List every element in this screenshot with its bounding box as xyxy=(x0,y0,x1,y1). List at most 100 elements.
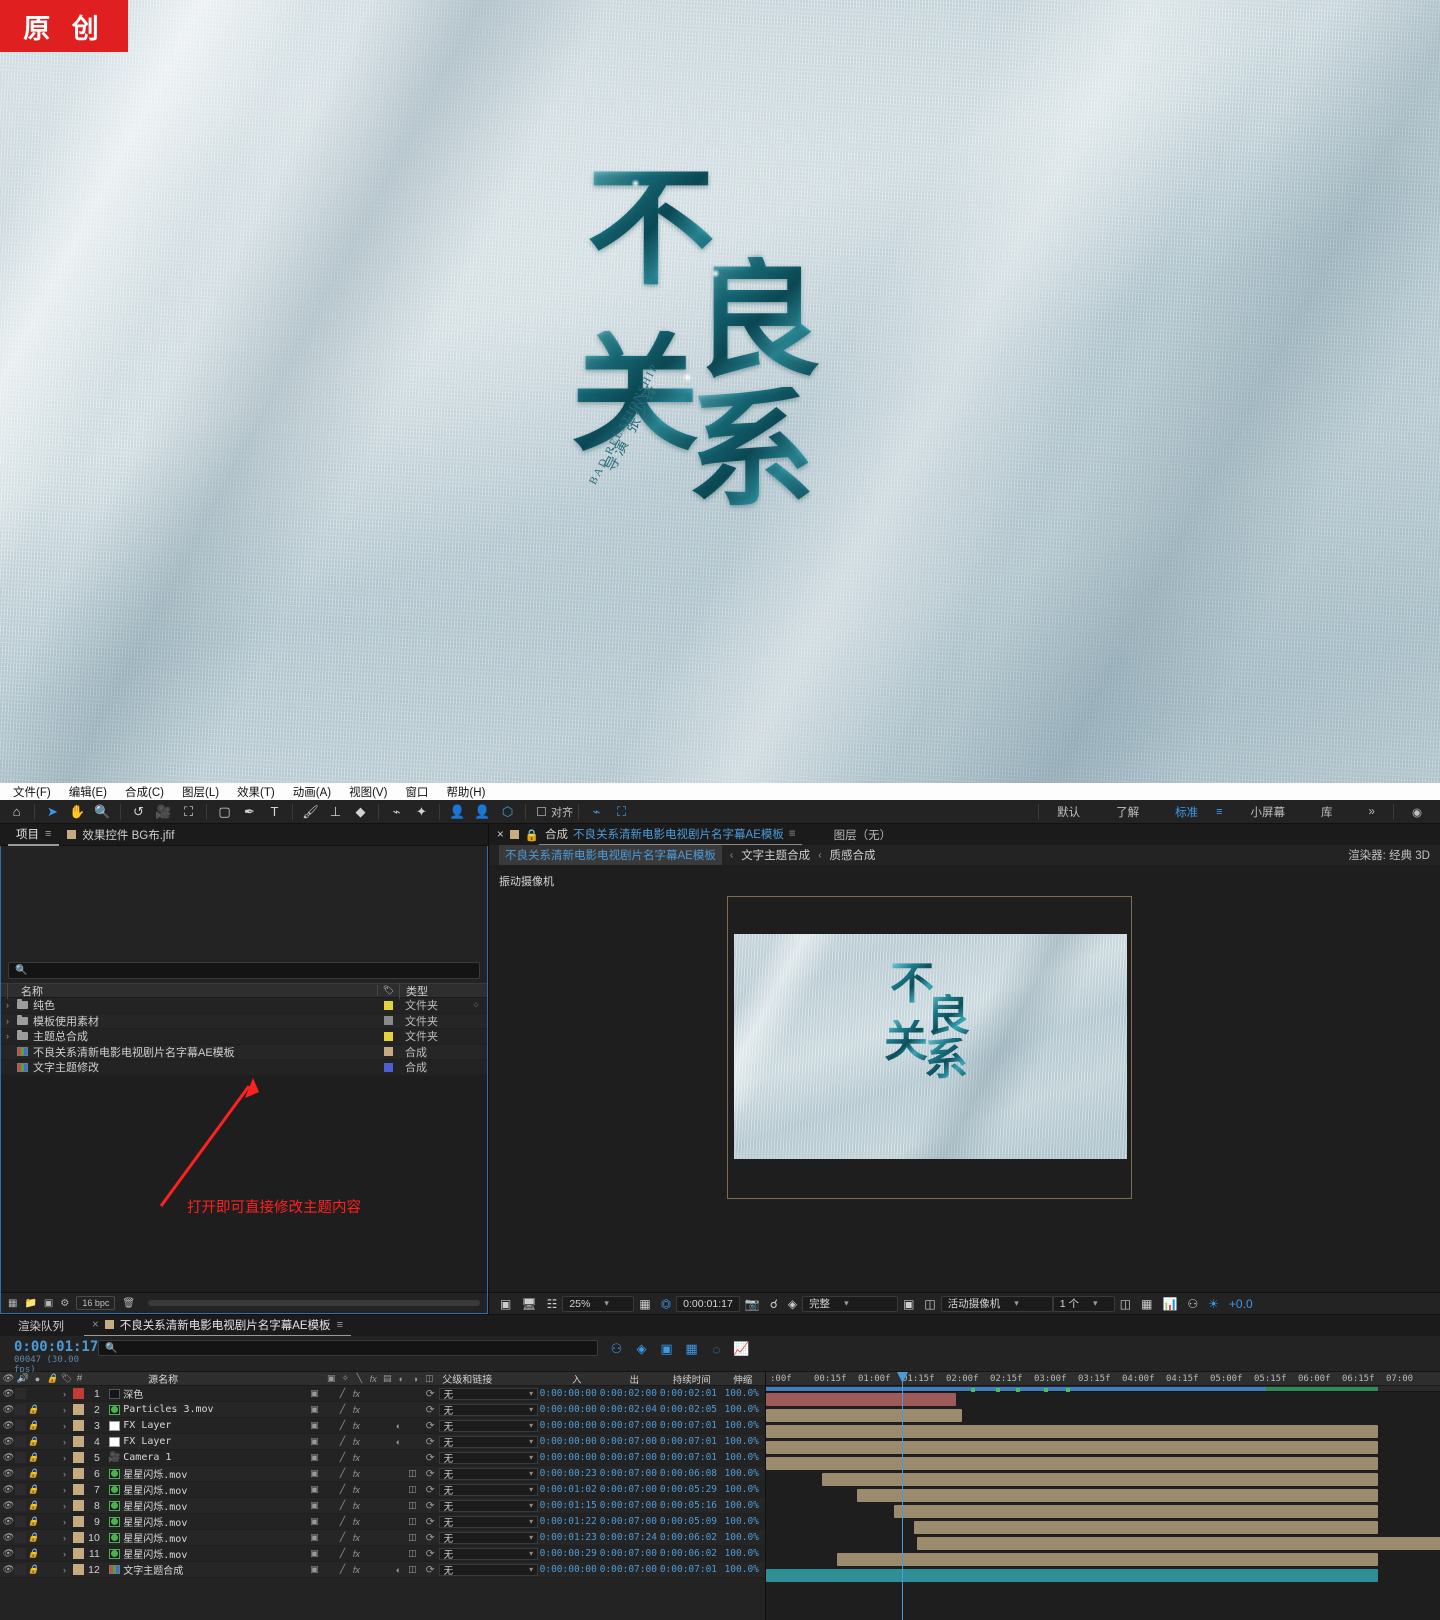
layer-av-toggles[interactable]: 👁 🔒 xyxy=(0,1500,58,1511)
lock-icon[interactable]: 🔒 xyxy=(26,1452,41,1463)
effects-icon[interactable]: fx xyxy=(349,1533,363,1543)
layer-bar[interactable] xyxy=(766,1457,1378,1470)
layer-name[interactable]: 星星闪烁.mov xyxy=(123,1530,307,1545)
lock-icon[interactable]: 🔒 xyxy=(26,1404,41,1415)
table-row[interactable]: 👁 🔒 › 12 文字主题合成 ▣ ╱ fx ◐ ◫ ⟳ 无 ▾ 0:00:00:… xyxy=(0,1562,765,1578)
home-icon[interactable]: ⌂ xyxy=(4,801,29,823)
layer-in-point[interactable]: 0:00:00:23 xyxy=(538,1468,598,1479)
parent-link[interactable]: ⟳ 无 ▾ xyxy=(422,1435,539,1449)
shy-icon[interactable]: ▣ xyxy=(307,1452,321,1463)
parent-select[interactable]: 无 ▾ xyxy=(438,1403,539,1417)
list-item[interactable]: › 纯色 文件夹 ⁘ xyxy=(1,998,487,1014)
layer-av-toggles[interactable]: 👁 🔒 xyxy=(0,1404,58,1415)
pickwhip-icon[interactable]: ⟳ xyxy=(426,1484,435,1496)
workspace-overflow-icon[interactable]: » xyxy=(1351,806,1393,818)
disclosure-triangle-icon[interactable]: › xyxy=(58,1517,71,1527)
layer-in-point[interactable]: 0:00:01:22 xyxy=(538,1516,598,1527)
bit-depth-button[interactable]: 16 bpc xyxy=(76,1296,116,1310)
disclosure-triangle-icon[interactable]: › xyxy=(58,1421,71,1431)
three-d-layer-icon[interactable]: ◫ xyxy=(405,1500,419,1511)
layer-switches[interactable]: ▣ ╱ fx ◫ xyxy=(307,1516,421,1527)
eraser-tool-icon[interactable]: ◆ xyxy=(348,801,373,823)
effects-icon[interactable]: fx xyxy=(349,1469,363,1479)
column-label-icon[interactable]: 🏷 xyxy=(377,985,399,996)
pickwhip-icon[interactable]: ⟳ xyxy=(426,1516,435,1528)
column-name[interactable]: 名称 xyxy=(7,982,377,999)
effects-icon[interactable]: fx xyxy=(349,1421,363,1431)
layer-name[interactable]: Camera 1 xyxy=(123,1452,307,1463)
layer-av-toggles[interactable]: 👁 🔒 xyxy=(0,1516,58,1527)
layer-stretch[interactable]: 100.0% xyxy=(718,1564,765,1575)
lock-icon[interactable]: 🔒 xyxy=(26,1468,41,1479)
menu-file[interactable]: 文件(F) xyxy=(4,784,60,800)
project-search-input[interactable]: 🔍 xyxy=(8,962,480,979)
layer-in-point[interactable]: 0:00:00:00 xyxy=(538,1404,598,1415)
table-row[interactable]: 👁 🔒 › 4 FX Layer ▣ ╱ fx ◐ ⟳ 无 ▾ 0:00:00:0… xyxy=(0,1434,765,1450)
layer-name[interactable]: 星星闪烁.mov xyxy=(123,1498,307,1513)
label-swatch[interactable] xyxy=(71,1404,87,1415)
lock-icon[interactable]: 🔒 xyxy=(26,1436,41,1447)
layer-duration[interactable]: 0:00:07:01 xyxy=(658,1420,718,1431)
exposure-value[interactable]: +0.0 xyxy=(1224,1293,1258,1315)
layer-out-point[interactable]: 0:00:07:00 xyxy=(598,1484,658,1495)
list-item[interactable]: › 主题总合成 文件夹 xyxy=(1,1029,487,1045)
lock-icon[interactable]: 🔒 xyxy=(525,828,539,842)
disclosure-triangle-icon[interactable]: › xyxy=(1,1016,14,1026)
search-help-icon[interactable]: ◉ xyxy=(1394,805,1440,819)
layer-in-point[interactable]: 0:00:01:15 xyxy=(538,1500,598,1511)
parent-select[interactable]: 无 ▾ xyxy=(438,1387,539,1401)
pickwhip-icon[interactable]: ⟳ xyxy=(426,1532,435,1544)
label-swatch[interactable] xyxy=(71,1532,87,1543)
motion-blur-icon[interactable]: ◐ xyxy=(391,1437,405,1447)
delete-icon[interactable]: 🗑 xyxy=(122,1298,135,1309)
disclosure-triangle-icon[interactable]: › xyxy=(58,1565,71,1575)
list-item[interactable]: › 模板使用素材 文件夹 xyxy=(1,1013,487,1029)
menu-effect[interactable]: 效果(T) xyxy=(228,784,284,800)
layer-duration[interactable]: 0:00:07:01 xyxy=(658,1436,718,1447)
label-swatch[interactable] xyxy=(71,1420,87,1431)
layer-switches[interactable]: ▣ ╱ fx ◐ ◫ xyxy=(307,1564,421,1575)
pickwhip-icon[interactable]: ⟳ xyxy=(426,1388,435,1400)
workspace-menu-icon[interactable]: ≡ xyxy=(1216,806,1232,818)
pickwhip-icon[interactable]: ⟳ xyxy=(426,1404,435,1416)
label-swatch[interactable] xyxy=(71,1548,87,1559)
quality-icon[interactable]: ╱ xyxy=(335,1484,349,1495)
time-ruler[interactable]: :00f 00:15f 01:00f 01:15f 02:00f 02:15f 03:00f… xyxy=(766,1372,1440,1386)
audio-toggle[interactable] xyxy=(15,1532,26,1543)
disclosure-triangle-icon[interactable]: › xyxy=(58,1549,71,1559)
layer-bar[interactable] xyxy=(894,1505,1378,1518)
parent-select[interactable]: 无 ▾ xyxy=(438,1451,539,1465)
workspace-default[interactable]: 默认 xyxy=(1039,804,1098,820)
tab-project[interactable]: 项目 ≡ xyxy=(8,824,60,846)
visibility-icon[interactable]: 👁 xyxy=(0,1484,15,1495)
effects-icon[interactable]: fx xyxy=(349,1549,363,1559)
layer-bar[interactable] xyxy=(917,1537,1440,1550)
tab-effect-controls[interactable]: 效果控件 BG布.jfif xyxy=(59,824,182,846)
layer-duration[interactable]: 0:00:05:16 xyxy=(658,1500,718,1511)
layer-bar[interactable] xyxy=(766,1409,962,1422)
shy-icon[interactable]: ▣ xyxy=(307,1548,321,1559)
layer-stretch[interactable]: 100.0% xyxy=(718,1436,765,1447)
pickwhip-icon[interactable]: ⟳ xyxy=(426,1468,435,1480)
layer-stretch[interactable]: 100.0% xyxy=(718,1484,765,1495)
layer-av-toggles[interactable]: 👁 🔒 xyxy=(0,1420,58,1431)
parent-link[interactable]: ⟳ 无 ▾ xyxy=(422,1467,539,1481)
table-row[interactable]: 👁 🔒 › 2 Particles 3.mov ▣ ╱ fx ⟳ 无 ▾ 0:00… xyxy=(0,1402,765,1418)
label-swatch[interactable] xyxy=(377,1031,399,1041)
parent-select[interactable]: 无 ▾ xyxy=(438,1515,539,1529)
parent-select[interactable]: 无 ▾ xyxy=(438,1563,539,1577)
shy-icon[interactable]: ▣ xyxy=(307,1420,321,1431)
visibility-icon[interactable]: 👁 xyxy=(0,1532,15,1543)
parent-select[interactable]: 无 ▾ xyxy=(438,1531,539,1545)
layer-stretch[interactable]: 100.0% xyxy=(718,1420,765,1431)
shy-icon[interactable]: ▣ xyxy=(307,1436,321,1447)
table-row[interactable]: 👁 🔒 › 7 星星闪烁.mov ▣ ╱ fx ◫ ⟳ 无 ▾ 0:00:01:0… xyxy=(0,1482,765,1498)
3d-view-icon[interactable]: ◫ xyxy=(919,1293,940,1315)
label-swatch[interactable] xyxy=(71,1452,87,1463)
layer-bar[interactable] xyxy=(837,1553,1378,1566)
layer-duration[interactable]: 0:00:06:02 xyxy=(658,1532,718,1543)
layer-duration[interactable]: 0:00:06:02 xyxy=(658,1548,718,1559)
layer-out-point[interactable]: 0:00:07:00 xyxy=(598,1564,658,1575)
table-row[interactable]: 👁 › 1 深色 ▣ ╱ fx ⟳ 无 ▾ 0:00:00:00 0:00:02:… xyxy=(0,1386,765,1402)
layer-stretch[interactable]: 100.0% xyxy=(718,1500,765,1511)
